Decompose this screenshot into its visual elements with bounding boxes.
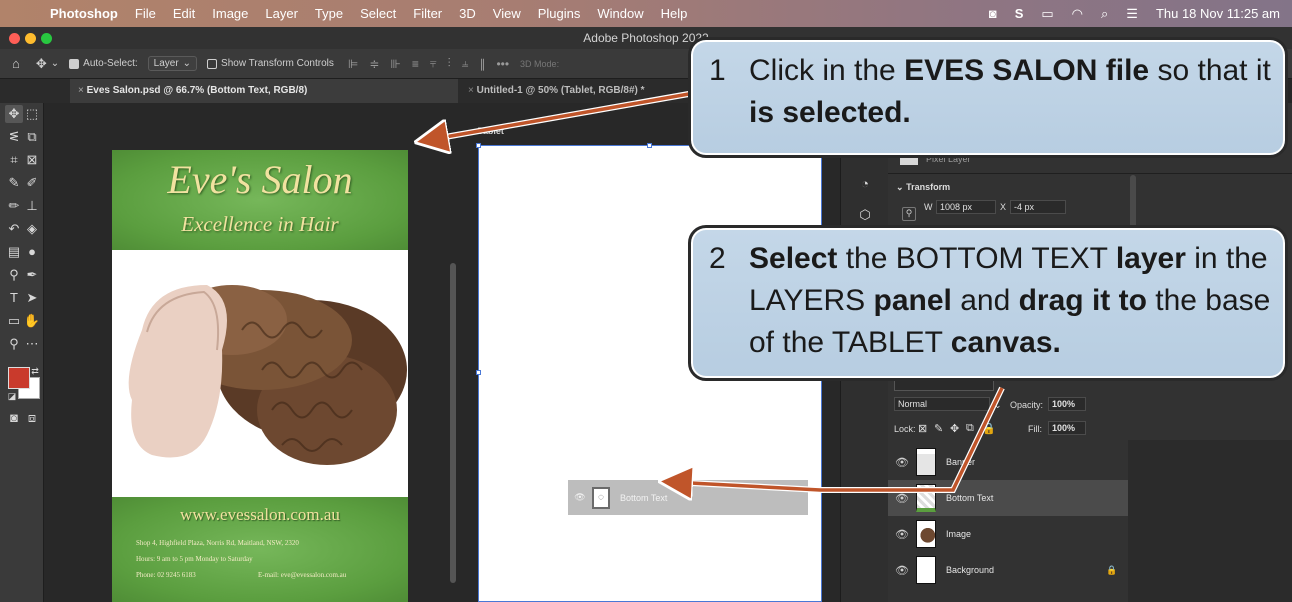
callout-text-part: so that it — [1149, 54, 1271, 87]
callout-text: Select the BOTTOM TEXT layer in the LAYE… — [749, 238, 1273, 364]
callout-text-part: Click in the — [749, 54, 905, 87]
callout-text-bold: is selected. — [749, 96, 911, 129]
callout-text-part: and — [951, 284, 1019, 317]
callout-number: 1 — [709, 54, 726, 87]
callout-text-bold: EVES SALON file — [904, 54, 1150, 87]
callout-text-bold: layer — [1115, 242, 1186, 275]
callout-number: 2 — [709, 242, 726, 275]
callout-text-bold: canvas. — [950, 326, 1061, 359]
callout-text: Click in the EVES SALON file so that it … — [749, 50, 1273, 134]
foreground-color-swatch[interactable] — [8, 367, 30, 389]
callout-text-bold: Select — [749, 242, 838, 275]
instruction-callout-2: 2 Select the BOTTOM TEXT layer in the LA… — [688, 225, 1288, 381]
callout-text-part: the BOTTOM TEXT — [837, 242, 1116, 275]
arrow-2-outline — [671, 386, 1005, 493]
arrow-2 — [672, 387, 1004, 490]
callout-text-bold: panel — [873, 284, 952, 317]
instruction-callout-1: 1 Click in the EVES SALON file so that i… — [688, 37, 1288, 158]
arrow-1 — [428, 90, 701, 140]
callout-text-bold: drag it to — [1018, 284, 1147, 317]
